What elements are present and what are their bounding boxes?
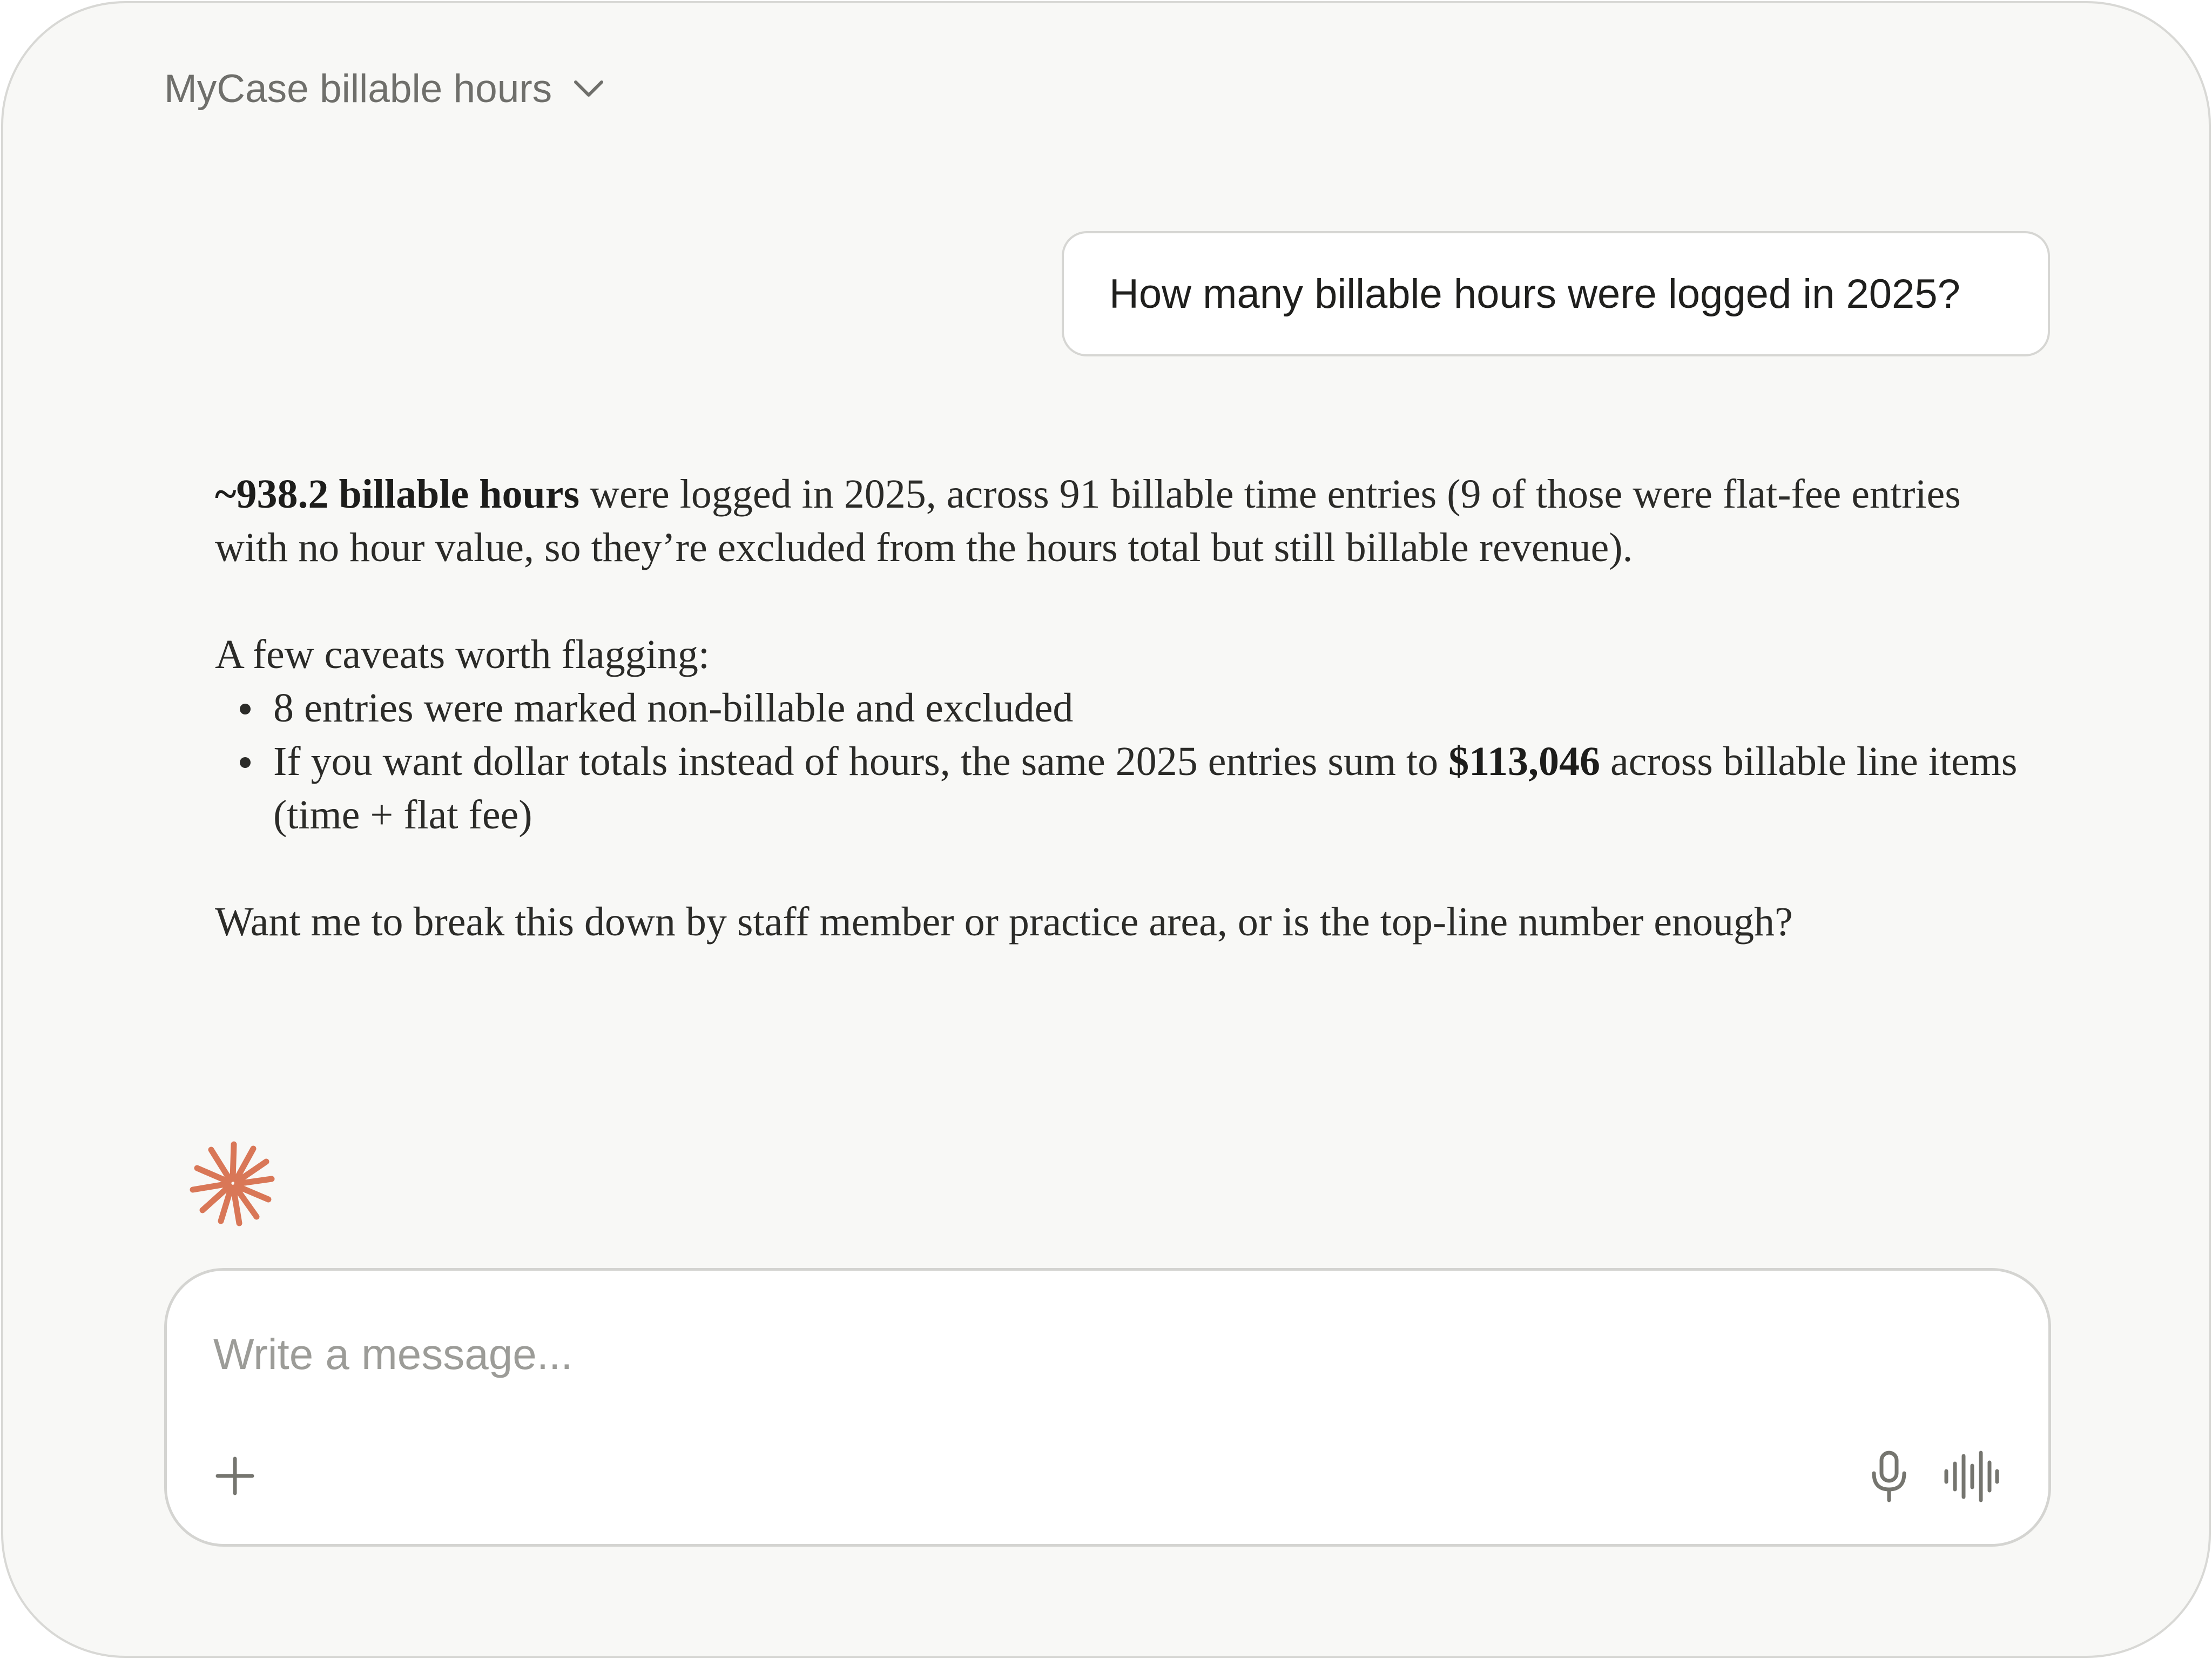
assistant-response: ~938.2 billable hours were logged in 202… bbox=[215, 468, 2029, 949]
chat-title: MyCase billable hours bbox=[164, 66, 552, 111]
response-closing-question: Want me to break this down by staff memb… bbox=[215, 899, 1793, 945]
spark-logo-icon bbox=[187, 1137, 279, 1229]
list-item: If you want dollar totals instead of hou… bbox=[215, 735, 2029, 842]
response-summary: ~938.2 billable hours were logged in 202… bbox=[215, 468, 2029, 575]
user-message-text: How many billable hours were logged in 2… bbox=[1109, 271, 1960, 317]
caveats-list: 8 entries were marked non-billable and e… bbox=[215, 682, 2029, 842]
chevron-down-icon bbox=[571, 71, 606, 106]
list-item: 8 entries were marked non-billable and e… bbox=[215, 682, 2029, 735]
message-input[interactable] bbox=[213, 1319, 1941, 1390]
message-composer bbox=[164, 1268, 2051, 1547]
dollar-total: $113,046 bbox=[1448, 739, 1600, 784]
add-attachment-button[interactable] bbox=[208, 1449, 262, 1503]
caveats-intro: A few caveats worth flagging: bbox=[215, 632, 710, 677]
chat-title-dropdown[interactable]: MyCase billable hours bbox=[164, 62, 606, 116]
hours-total: ~938.2 billable hours bbox=[215, 471, 580, 517]
chat-window: MyCase billable hours How many billable … bbox=[1, 1, 2211, 1658]
user-message-bubble: How many billable hours were logged in 2… bbox=[1062, 231, 2050, 356]
microphone-icon bbox=[1872, 1451, 1906, 1502]
microphone-button[interactable] bbox=[1859, 1447, 1919, 1506]
voice-mode-button[interactable] bbox=[1939, 1447, 2004, 1506]
plus-icon bbox=[215, 1456, 254, 1495]
voice-waveform-icon bbox=[1944, 1451, 1999, 1502]
